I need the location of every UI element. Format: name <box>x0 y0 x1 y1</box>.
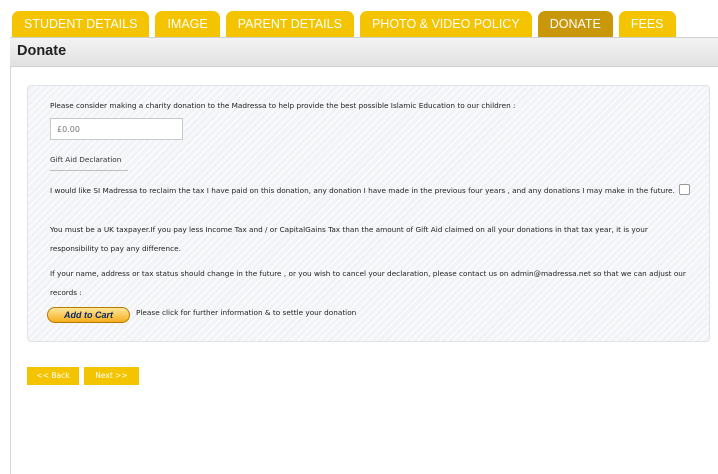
declaration-text: I would like SI Madressa to reclaim the … <box>50 186 675 195</box>
page-title: Donate <box>17 43 67 59</box>
add-to-cart-button[interactable]: Add to Cart <box>47 307 130 323</box>
back-button[interactable]: << Back <box>27 367 79 385</box>
left-divider <box>10 67 11 474</box>
gift-aid-checkbox[interactable] <box>678 184 690 195</box>
tab-student-details[interactable]: STUDENT DETAILS <box>12 11 150 37</box>
next-button[interactable]: Next >> <box>84 367 139 385</box>
tab-parent-details[interactable]: PARENT DETAILS <box>225 11 354 37</box>
gift-aid-declaration: I would like SI Madressa to reclaim the … <box>50 181 690 200</box>
gift-aid-label: Gift Aid Declaration <box>50 155 122 164</box>
taxpayer-notice: You must be a UK taxpayer.If you pay les… <box>50 225 648 253</box>
change-notice: If your name, address or tax status shou… <box>50 269 686 297</box>
donation-intro: Please consider making a charity donatio… <box>50 101 516 110</box>
cart-note: Please click for further information & t… <box>136 308 357 317</box>
gift-aid-divider <box>50 170 128 171</box>
page-header: Donate <box>10 37 718 67</box>
tab-fees[interactable]: FEES <box>618 11 676 37</box>
tab-bar: STUDENT DETAILS IMAGE PARENT DETAILS PHO… <box>12 11 676 37</box>
tab-photo-video-policy[interactable]: PHOTO & VIDEO POLICY <box>359 11 532 37</box>
tab-donate[interactable]: DONATE <box>537 11 613 37</box>
donate-panel: Please consider making a charity donatio… <box>27 85 710 342</box>
tab-image[interactable]: IMAGE <box>155 11 220 37</box>
donation-amount-input[interactable] <box>50 118 183 140</box>
